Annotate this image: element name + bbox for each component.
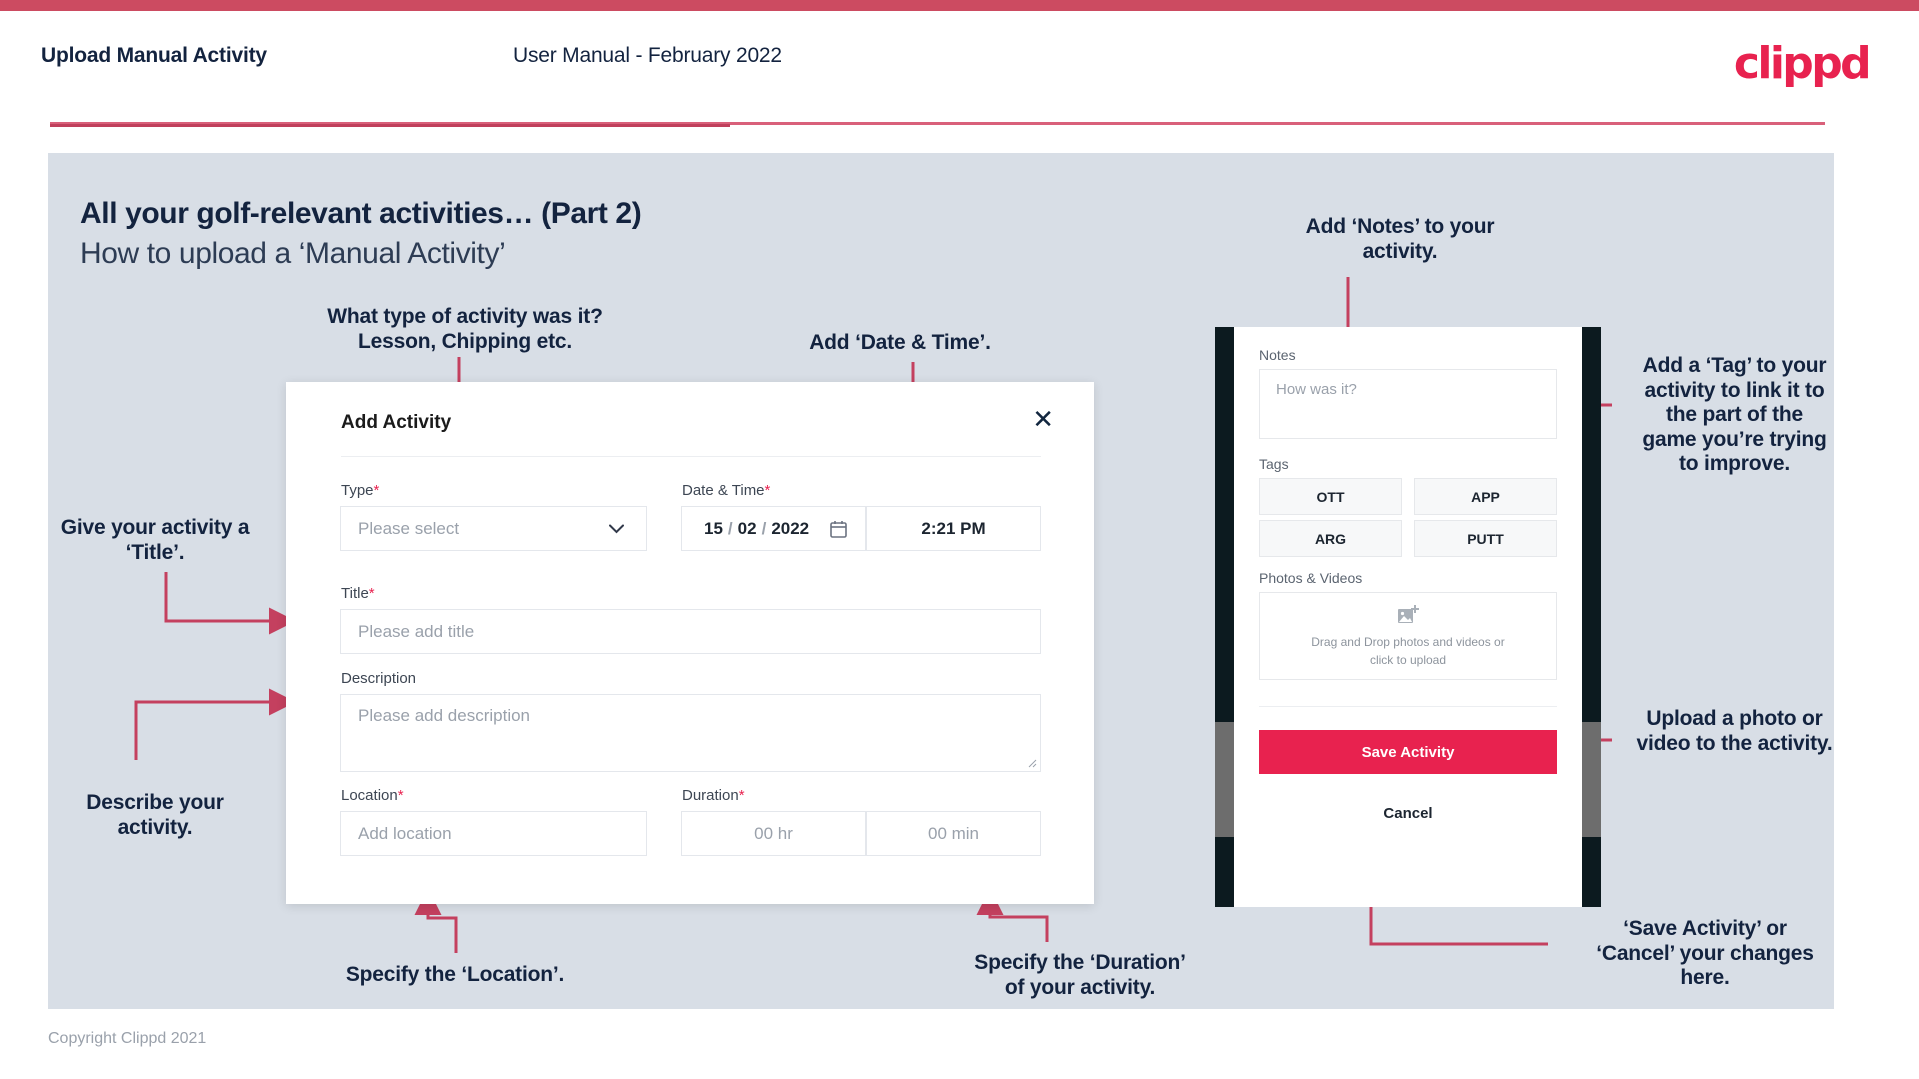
page-title: Upload Manual Activity: [41, 44, 267, 67]
tag-ott[interactable]: OTT: [1259, 478, 1402, 515]
image-upload-icon: [1398, 605, 1419, 623]
required-asterisk: *: [397, 787, 404, 804]
annotation-notes: Add ‘Notes’ to your activity.: [1305, 215, 1495, 263]
phone-button-left: [1215, 722, 1234, 837]
required-asterisk: *: [764, 482, 771, 499]
datetime-label: Date & Time*: [682, 482, 770, 499]
date-month: 02: [737, 518, 757, 538]
phone-divider: [1259, 706, 1557, 707]
annotation-duration: Specify the ‘Duration’ of your activity.: [974, 951, 1186, 999]
time-input[interactable]: 2:21 PM: [866, 506, 1041, 551]
annotation-description: Describe your activity.: [86, 791, 224, 839]
footer-copyright: Copyright Clippd 2021: [48, 1030, 207, 1047]
required-asterisk: *: [368, 585, 375, 602]
annotation-location: Specify the ‘Location’.: [345, 963, 565, 986]
description-label: Description: [341, 670, 416, 687]
description-placeholder: Please add description: [358, 706, 531, 725]
notes-label: Notes: [1259, 347, 1296, 363]
phone-mockup: Notes How was it? Tags OTT APP ARG PUTT …: [1215, 327, 1601, 907]
location-label: Location*: [341, 787, 404, 804]
tag-putt[interactable]: PUTT: [1414, 520, 1557, 557]
top-accent-bar: [0, 0, 1919, 11]
close-icon[interactable]: ✕: [1032, 406, 1054, 432]
phone-bezel-right: [1582, 327, 1601, 907]
type-label: Type*: [341, 482, 379, 499]
title-label: Title*: [341, 585, 375, 602]
notes-placeholder: How was it?: [1276, 381, 1357, 398]
duration-label: Duration*: [682, 787, 745, 804]
header-divider-accent: [50, 124, 730, 127]
duration-min-placeholder: 00 min: [927, 823, 980, 843]
dialog-title: Add Activity: [341, 412, 452, 433]
title-placeholder: Please add title: [358, 621, 475, 641]
title-label-text: Title: [341, 585, 369, 602]
location-label-text: Location: [341, 787, 398, 804]
duration-minutes-input[interactable]: 00 min: [866, 811, 1041, 856]
date-sep-2: /: [761, 518, 767, 538]
datetime-label-text: Date & Time: [682, 482, 765, 499]
type-select[interactable]: Please select: [340, 506, 647, 551]
dialog-divider: [341, 456, 1041, 457]
calendar-icon[interactable]: [830, 520, 847, 538]
dropzone-text: Drag and Drop photos and videos or click…: [1260, 633, 1556, 669]
panel-heading-bold: All your golf-relevant activities… (Part…: [80, 197, 642, 230]
cancel-button[interactable]: Cancel: [1259, 805, 1557, 822]
annotation-type: What type of activity was it? Lesson, Chi…: [327, 305, 603, 353]
time-value: 2:21 PM: [921, 518, 986, 538]
required-asterisk: *: [738, 787, 745, 804]
location-placeholder: Add location: [358, 823, 452, 843]
duration-hr-placeholder: 00 hr: [754, 823, 793, 843]
clippd-logo: clippd: [1733, 38, 1872, 89]
chevron-down-icon: [609, 524, 624, 533]
annotation-save-cancel: ‘Save Activity’ or ‘Cancel’ your changes h…: [1596, 917, 1814, 990]
tag-arg[interactable]: ARG: [1259, 520, 1402, 557]
phone-bezel-left: [1215, 327, 1234, 907]
dropzone-line-2: click to upload: [1369, 653, 1447, 667]
annotation-datetime: Add ‘Date & Time’.: [809, 331, 991, 354]
add-activity-dialog: Add Activity ✕ Type* Please select Date …: [286, 382, 1094, 904]
location-input[interactable]: Add location: [340, 811, 647, 856]
save-activity-button[interactable]: Save Activity: [1259, 730, 1557, 774]
description-textarea[interactable]: Please add description: [340, 694, 1041, 772]
panel-heading-light: How to upload a ‘Manual Activity’: [80, 237, 506, 270]
date-sep-1: /: [727, 518, 733, 538]
duration-label-text: Duration: [682, 787, 739, 804]
date-input[interactable]: 15 / 02 / 2022: [681, 506, 866, 551]
tags-label: Tags: [1259, 456, 1289, 472]
page-root: Upload Manual Activity User Manual - Feb…: [0, 0, 1919, 1079]
photos-label: Photos & Videos: [1259, 570, 1363, 586]
dropzone-line-1: Drag and Drop photos and videos or: [1311, 635, 1505, 649]
phone-button-right: [1582, 722, 1601, 837]
title-input[interactable]: Please add title: [340, 609, 1041, 654]
resize-handle-icon[interactable]: [1028, 759, 1037, 768]
date-day: 15: [704, 518, 723, 538]
type-label-text: Type: [341, 482, 374, 499]
photo-dropzone[interactable]: Drag and Drop photos and videos or click…: [1259, 592, 1557, 680]
required-asterisk: *: [373, 482, 380, 499]
phone-screen: Notes How was it? Tags OTT APP ARG PUTT …: [1234, 327, 1582, 907]
duration-hours-input[interactable]: 00 hr: [681, 811, 866, 856]
type-placeholder: Please select: [358, 518, 460, 538]
annotation-upload: Upload a photo or video to the activity.: [1636, 707, 1833, 755]
notes-textarea[interactable]: How was it?: [1259, 369, 1557, 439]
header-subtitle: User Manual - February 2022: [513, 44, 782, 67]
annotation-title: Give your activity a ‘Title’.: [60, 516, 250, 564]
annotation-tags: Add a ‘Tag’ to your activity to link it t…: [1642, 354, 1827, 476]
description-label-text: Description: [341, 670, 417, 687]
date-year: 2022: [771, 518, 810, 538]
tag-app[interactable]: APP: [1414, 478, 1557, 515]
